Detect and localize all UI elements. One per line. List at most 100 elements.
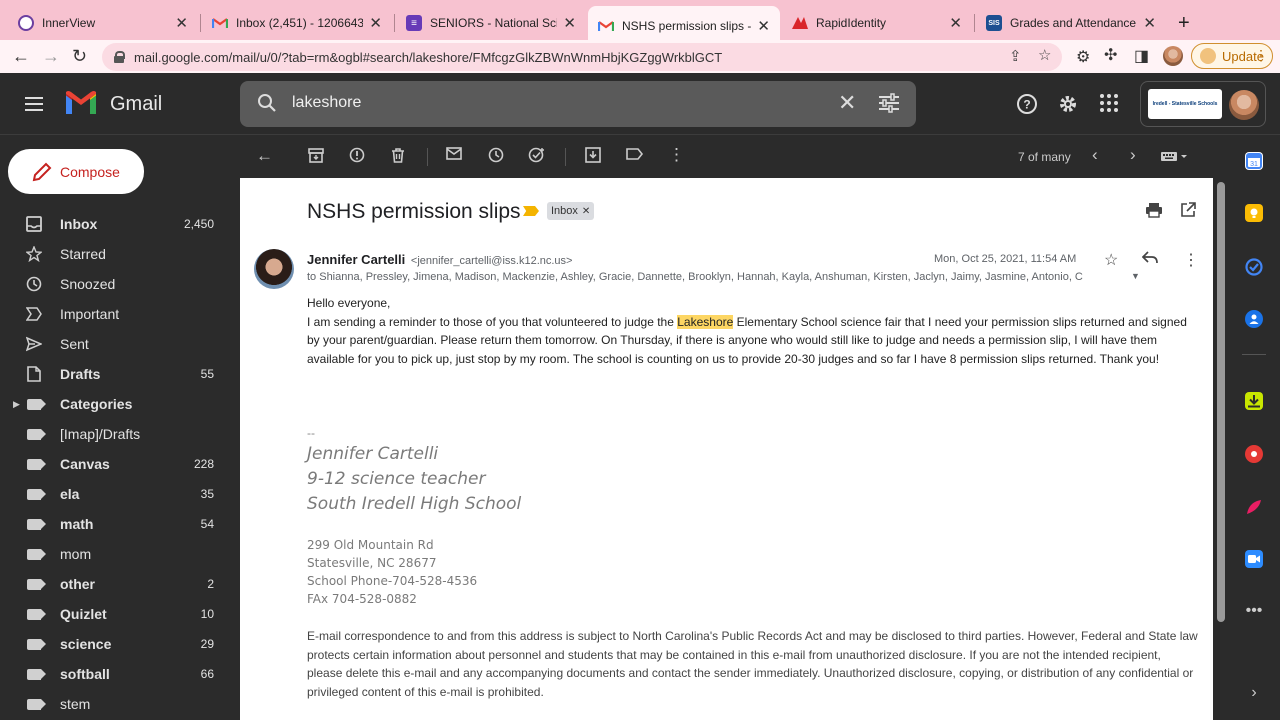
settings-gear-icon[interactable]	[1057, 93, 1079, 121]
close-tab-icon[interactable]: ✕	[949, 14, 962, 32]
sidebar-item-softball[interactable]: softball 66	[0, 659, 232, 689]
browser-tab-inbox[interactable]: Inbox (2,451) - 1206643 ✕	[202, 6, 392, 40]
browser-tab-innerview[interactable]: InnerView ✕	[8, 6, 198, 40]
sidebar-item-sent[interactable]: Sent	[0, 329, 232, 359]
main-menu-icon[interactable]	[25, 97, 43, 111]
close-tab-icon[interactable]: ✕	[369, 14, 382, 32]
calendar-icon[interactable]: 31	[1245, 152, 1263, 170]
account-switcher[interactable]: Iredell - Statesville Schools	[1140, 81, 1266, 127]
report-spam-icon[interactable]	[349, 147, 365, 167]
sidebar-item-quizlet[interactable]: Quizlet 10	[0, 599, 232, 629]
help-icon[interactable]: ?	[1016, 93, 1038, 121]
star-icon[interactable]: ☆	[1104, 250, 1118, 270]
sidebar-item-stem[interactable]: stem	[0, 689, 232, 719]
sidebar-item-mom[interactable]: mom	[0, 539, 232, 569]
print-icon[interactable]	[1145, 202, 1163, 223]
sidebar-item-label: stem	[60, 696, 91, 712]
move-to-icon[interactable]	[585, 147, 601, 167]
reload-icon[interactable]: ↻	[72, 46, 87, 67]
close-tab-icon[interactable]: ✕	[175, 14, 188, 32]
expand-caret-icon[interactable]: ▶	[13, 399, 20, 410]
download-addon-icon[interactable]	[1245, 392, 1263, 410]
label-icon[interactable]	[626, 147, 644, 165]
contacts-icon[interactable]	[1245, 310, 1263, 328]
label-icon	[26, 486, 46, 502]
important-icon	[26, 306, 42, 322]
back-arrow-icon[interactable]: ←	[12, 46, 30, 67]
sidebar-item-other[interactable]: other 2	[0, 569, 232, 599]
close-tab-icon[interactable]: ✕	[1143, 14, 1156, 32]
sidebar-item-starred[interactable]: Starred	[0, 239, 232, 269]
importance-marker-icon[interactable]	[523, 206, 539, 216]
recipients-line[interactable]: to Shianna, Pressley, Jimena, Madison, M…	[307, 271, 1147, 283]
more-vert-icon[interactable]: ⋮	[1183, 250, 1199, 270]
newer-chevron-left-icon[interactable]: ‹	[1092, 145, 1098, 165]
archive-icon[interactable]	[308, 147, 324, 167]
show-details-dropdown-icon[interactable]: ▼	[1131, 271, 1140, 281]
more-vert-icon[interactable]: ⋮	[668, 145, 685, 165]
sidebar-item-snoozed[interactable]: Snoozed	[0, 269, 232, 299]
sidebar-item-label: ela	[60, 486, 80, 502]
extension-gear-icon[interactable]: ⚙	[1076, 47, 1090, 67]
input-tools-keyboard-icon[interactable]	[1160, 149, 1188, 166]
search-icon[interactable]	[257, 93, 277, 118]
delete-trash-icon[interactable]	[390, 147, 406, 167]
sidebar-item-math[interactable]: math 54	[0, 509, 232, 539]
sidebar-item-categories[interactable]: ▶ Categories	[0, 389, 232, 419]
new-tab-icon[interactable]: +	[1178, 12, 1190, 35]
more-horiz-icon[interactable]: •••	[1245, 602, 1263, 620]
back-to-search-icon[interactable]: ←	[256, 146, 273, 166]
scrollbar-thumb[interactable]	[1217, 182, 1225, 622]
label-icon	[26, 426, 46, 442]
add-task-icon[interactable]	[528, 147, 546, 167]
sidebar-item-inbox[interactable]: Inbox 2,450	[0, 209, 232, 239]
sidebar-item-science[interactable]: science 29	[0, 629, 232, 659]
sidebar-item-label: softball	[60, 666, 110, 682]
older-chevron-right-icon[interactable]: ›	[1130, 145, 1136, 165]
sidebar-item-canvas[interactable]: Canvas 228	[0, 449, 232, 479]
browser-tab-rapididentity[interactable]: RapidIdentity ✕	[782, 6, 972, 40]
addon-feather-icon[interactable]	[1245, 498, 1263, 516]
snooze-clock-icon[interactable]	[488, 147, 504, 167]
puzzle-extensions-icon[interactable]: ✣	[1104, 45, 1117, 65]
sidebar-item-important[interactable]: Important	[0, 299, 232, 329]
sender-avatar[interactable]	[254, 249, 294, 289]
reply-icon[interactable]	[1141, 250, 1158, 269]
tasks-icon[interactable]	[1245, 258, 1263, 276]
signature-name: Jennifer Cartelli	[307, 444, 439, 464]
share-icon[interactable]: ⇪	[1009, 47, 1022, 65]
open-new-window-icon[interactable]	[1180, 202, 1196, 223]
sidebar-item-drafts[interactable]: Drafts 55	[0, 359, 232, 389]
forward-arrow-icon[interactable]: →	[42, 46, 60, 67]
close-tab-icon[interactable]: ✕	[757, 17, 770, 35]
mark-unread-icon[interactable]	[446, 147, 462, 165]
body-paragraph: I am sending a reminder to those of you …	[307, 314, 1187, 366]
message-scrollbar[interactable]	[1215, 178, 1227, 720]
profile-avatar[interactable]	[1163, 46, 1183, 66]
browser-tab-seniors[interactable]: ≡ SENIORS - National Scie ✕	[396, 6, 586, 40]
more-vert-icon: ⋮	[1254, 47, 1268, 63]
sidebar-item-imap-drafts[interactable]: [Imap]/Drafts	[0, 419, 232, 449]
sender-name[interactable]: Jennifer Cartelli <jennifer_cartelli@iss…	[307, 252, 572, 267]
browser-tab-grades[interactable]: SIS Grades and Attendance ✕	[976, 6, 1166, 40]
clear-search-icon[interactable]: ✕	[838, 90, 856, 116]
url-bar[interactable]: mail.google.com/mail/u/0/?tab=rm&ogbl#se…	[102, 43, 1062, 71]
remove-label-icon[interactable]: ✕	[582, 206, 590, 217]
compose-button[interactable]: Compose	[8, 149, 144, 194]
search-options-icon[interactable]	[878, 93, 900, 118]
sidebar-item-label: Starred	[60, 246, 106, 262]
side-panel-icon[interactable]: ◨	[1134, 46, 1149, 66]
gmail-logo-icon[interactable]	[64, 90, 98, 116]
update-button[interactable]: Update ⋮	[1191, 43, 1273, 69]
addon-bug-icon[interactable]	[1245, 445, 1263, 463]
label-icon	[26, 546, 46, 562]
apps-grid-icon[interactable]	[1099, 93, 1119, 119]
account-avatar[interactable]	[1229, 90, 1259, 120]
close-tab-icon[interactable]: ✕	[563, 14, 576, 32]
bookmark-star-icon[interactable]: ☆	[1038, 46, 1051, 64]
zoom-icon[interactable]	[1245, 550, 1263, 568]
sidebar-item-ela[interactable]: ela 35	[0, 479, 232, 509]
keep-icon[interactable]	[1245, 204, 1263, 222]
expand-panel-chevron-icon[interactable]: ›	[1245, 684, 1263, 702]
search-input[interactable]	[292, 94, 792, 112]
